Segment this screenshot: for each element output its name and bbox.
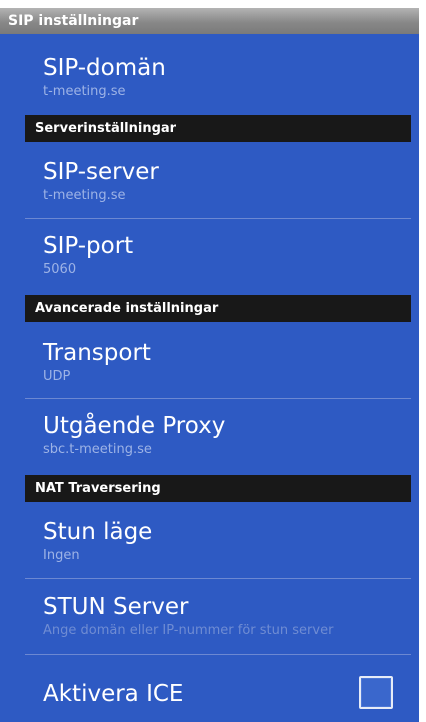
enable-ice-title: Aktivera ICE (43, 681, 184, 707)
divider (25, 578, 411, 579)
enable-ice-checkbox[interactable] (359, 676, 393, 709)
server-settings-header: Serverinställningar (25, 115, 411, 142)
stun-server-title: STUN Server (43, 594, 189, 620)
sip-port-value: 5060 (43, 262, 77, 277)
sip-server-title: SIP-server (43, 159, 159, 185)
outbound-proxy-title: Utgående Proxy (43, 413, 226, 439)
transport-title: Transport (43, 340, 151, 366)
divider (25, 218, 411, 219)
sip-settings-screen: SIP inställningar SIP-domän t-meeting.se… (0, 0, 426, 722)
sip-port-preference[interactable]: SIP-port 5060 (43, 232, 411, 288)
stun-mode-preference[interactable]: Stun läge Ingen (43, 518, 411, 574)
nat-traversal-header: NAT Traversering (25, 475, 411, 502)
enable-ice-preference[interactable]: Aktivera ICE (43, 680, 411, 716)
screen-title: SIP inställningar (0, 8, 419, 34)
transport-value: UDP (43, 369, 71, 384)
outbound-proxy-value: sbc.t-meeting.se (43, 442, 152, 457)
stun-server-preference[interactable]: STUN Server Ange domän eller IP-nummer f… (43, 593, 411, 649)
divider (25, 654, 411, 655)
divider (25, 398, 411, 399)
sip-domain-preference[interactable]: SIP-domän t-meeting.se (43, 54, 411, 112)
advanced-settings-header: Avancerade inställningar (25, 295, 411, 322)
sip-domain-value: t-meeting.se (43, 84, 126, 99)
outbound-proxy-preference[interactable]: Utgående Proxy sbc.t-meeting.se (43, 412, 411, 468)
sip-server-preference[interactable]: SIP-server t-meeting.se (43, 158, 411, 216)
sip-port-title: SIP-port (43, 233, 134, 259)
transport-preference[interactable]: Transport UDP (43, 339, 411, 395)
stun-mode-title: Stun läge (43, 519, 153, 545)
stun-server-hint: Ange domän eller IP-nummer för stun serv… (43, 623, 334, 638)
stun-mode-value: Ingen (43, 548, 80, 563)
sip-domain-title: SIP-domän (43, 55, 166, 81)
sip-server-value: t-meeting.se (43, 188, 126, 203)
